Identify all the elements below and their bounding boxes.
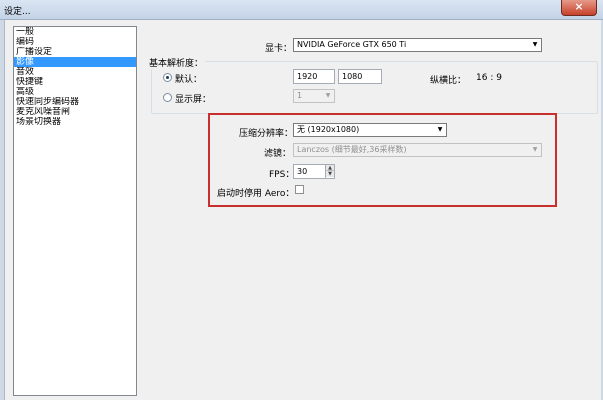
downscale-dropdown[interactable]: 无 (1920x1080) ▼ — [293, 123, 447, 137]
settings-category-list[interactable]: 一般 编码 广播设定 影像 音效 快捷键 高级 快速同步编码器 麦克风噪音闸 场… — [13, 26, 137, 396]
filter-value: Lanczos (细节最好,36采样数) — [297, 145, 407, 154]
default-label: 默认： — [175, 75, 203, 85]
aero-label: 启动时停用 Aero： — [217, 189, 295, 199]
width-input[interactable]: 1920 — [293, 69, 335, 84]
sidebar-item-video[interactable]: 影像 — [14, 57, 136, 67]
sidebar-item-general[interactable]: 一般 — [14, 27, 136, 37]
monitor-dropdown[interactable]: 1 ▼ — [293, 89, 335, 103]
monitor-value: 1 — [297, 91, 303, 100]
downscale-value: 无 (1920x1080) — [297, 125, 360, 134]
sidebar-item-quicksync[interactable]: 快速同步编码器 — [14, 97, 136, 107]
height-value: 1080 — [342, 72, 363, 81]
title-bar: 设定... × — [0, 0, 603, 20]
sidebar-item-advanced[interactable]: 高级 — [14, 87, 136, 97]
filter-label: 滤镜： — [264, 149, 292, 159]
sidebar-item-scene-switcher[interactable]: 场景切换器 — [14, 117, 136, 127]
gpu-label: 显卡： — [265, 44, 293, 54]
gpu-value: NVIDIA GeForce GTX 650 Ti — [297, 40, 407, 49]
window-title: 设定... — [4, 7, 31, 17]
sidebar-item-broadcast[interactable]: 广播设定 — [14, 47, 136, 57]
fps-spinner[interactable]: ▲ ▼ — [325, 165, 334, 179]
sidebar-item-hotkeys[interactable]: 快捷键 — [14, 77, 136, 87]
monitor-radio[interactable] — [163, 93, 172, 102]
fps-spinbox[interactable]: 30 ▲ ▼ — [293, 164, 335, 179]
close-icon: × — [574, 0, 584, 13]
chevron-down-icon: ▼ — [325, 92, 331, 99]
sidebar-item-noise-gate[interactable]: 麦克风噪音闸 — [14, 107, 136, 117]
width-value: 1920 — [297, 72, 318, 81]
close-button[interactable]: × — [561, 0, 597, 16]
settings-client-area: 一般 编码 广播设定 影像 音效 快捷键 高级 快速同步编码器 麦克风噪音闸 场… — [4, 20, 601, 400]
fps-value: 30 — [297, 167, 308, 176]
default-radio[interactable] — [163, 73, 172, 82]
height-input[interactable]: 1080 — [338, 69, 382, 84]
aspect-value: 16 : 9 — [476, 73, 502, 83]
sidebar-item-audio[interactable]: 音效 — [14, 67, 136, 77]
gpu-dropdown[interactable]: NVIDIA GeForce GTX 650 Ti ▼ — [293, 38, 542, 52]
chevron-down-icon: ▼ — [437, 126, 443, 133]
fps-label: FPS： — [269, 170, 295, 180]
monitor-label: 显示屏： — [175, 95, 212, 105]
spin-down-icon[interactable]: ▼ — [326, 171, 334, 177]
base-resolution-title: 基本解析度： — [147, 56, 206, 69]
filter-dropdown[interactable]: Lanczos (细节最好,36采样数) ▼ — [293, 143, 542, 157]
aero-checkbox[interactable] — [295, 185, 304, 194]
aspect-label: 纵横比： — [430, 76, 467, 86]
video-settings-panel: 显卡： NVIDIA GeForce GTX 650 Ti ▼ 基本解析度： 默… — [147, 20, 602, 400]
downscale-label: 压缩分辨率： — [239, 129, 294, 139]
sidebar-item-encoding[interactable]: 编码 — [14, 37, 136, 47]
chevron-down-icon: ▼ — [532, 41, 538, 48]
chevron-down-icon: ▼ — [532, 146, 538, 153]
